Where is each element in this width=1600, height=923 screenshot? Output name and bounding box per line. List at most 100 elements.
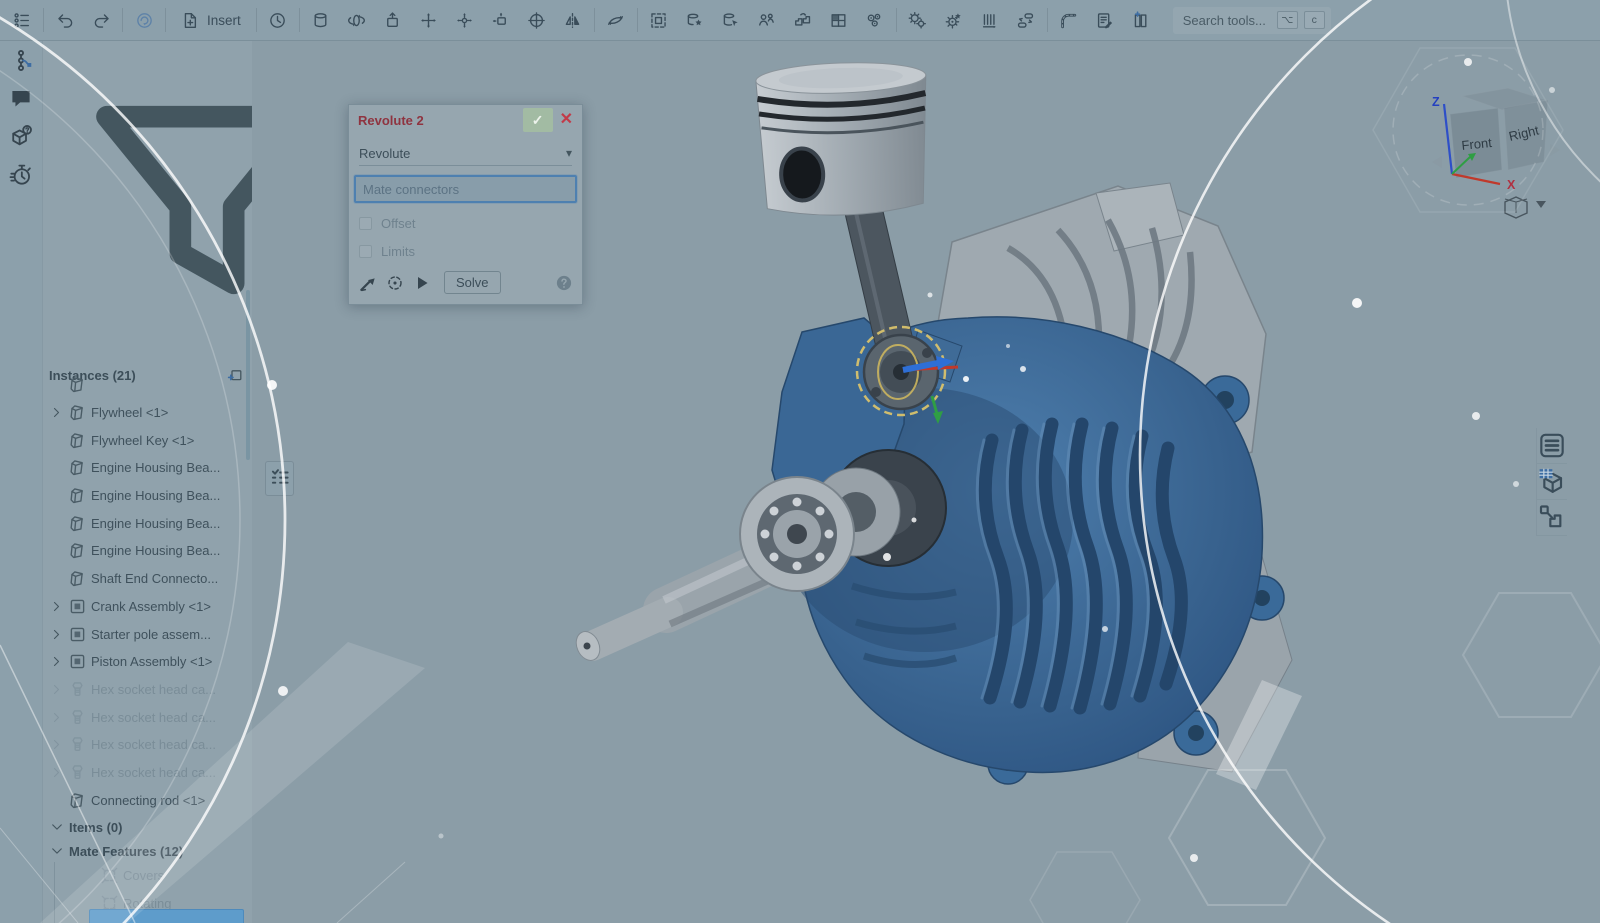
offset-option[interactable]: Offset [359, 216, 582, 231]
select-box-icon[interactable] [641, 5, 677, 35]
features-list-button[interactable] [1537, 428, 1567, 464]
edit-part-icon[interactable] [677, 5, 713, 35]
close-button[interactable]: ✕ [560, 112, 573, 128]
tree-item[interactable]: Hex socket head ca... [43, 731, 252, 759]
layout-icon[interactable] [821, 5, 857, 35]
chevron-right-icon[interactable] [49, 765, 64, 780]
gears-icon[interactable] [900, 5, 936, 35]
search-placeholder: Search tools... [1183, 13, 1271, 28]
toolbar-icon-group: Insert [0, 0, 1159, 40]
limits-option[interactable]: Limits [359, 244, 582, 259]
search-tools-input[interactable]: Search tools... ⌥ c [1173, 7, 1331, 34]
accept-button[interactable]: ✓ [523, 108, 553, 132]
axis-z-label: Z [1432, 95, 1440, 109]
chevron-right-icon[interactable] [49, 405, 64, 420]
axis-x-label: X [1507, 178, 1516, 192]
rotate-free-icon[interactable] [447, 5, 483, 35]
bom-cube-button[interactable] [1537, 464, 1567, 500]
panel-scrollbar[interactable] [246, 290, 250, 460]
limits-checkbox[interactable] [359, 245, 372, 258]
chevron-right-icon[interactable] [49, 627, 64, 642]
revolve-icon[interactable] [339, 5, 375, 35]
tree-item[interactable]: Connecting rod <1> [43, 786, 252, 814]
replicate-icon[interactable] [1008, 5, 1044, 35]
tree-item[interactable]: Engine Housing Bea... [43, 482, 252, 510]
chevron-right-icon[interactable] [49, 710, 64, 725]
gear-cluster-icon[interactable] [857, 5, 893, 35]
toolbar-separator [43, 8, 44, 32]
funnel-icon[interactable] [57, 50, 252, 355]
clock-icon[interactable] [260, 5, 296, 35]
bom-icon[interactable] [1123, 5, 1159, 35]
transform-icon[interactable] [483, 5, 519, 35]
query-db-icon[interactable] [713, 5, 749, 35]
undo-icon[interactable] [47, 5, 83, 35]
stopwatch-button[interactable] [8, 162, 34, 187]
redo-icon[interactable] [83, 5, 119, 35]
insert-icon [181, 11, 200, 30]
mirror-icon[interactable] [555, 5, 591, 35]
tree-item[interactable]: Engine Housing Bea... [43, 509, 252, 537]
chevron-right-icon[interactable] [49, 737, 64, 752]
tree-item[interactable]: Hex socket head ca... [43, 703, 252, 731]
assembly-icon [68, 652, 87, 671]
tree-item[interactable]: Shaft End Connecto... [43, 565, 252, 593]
tree-item[interactable]: Starter pole assem... [43, 620, 252, 648]
people-icon[interactable] [749, 5, 785, 35]
tree-item[interactable] [43, 371, 252, 399]
offset-label: Offset [381, 216, 415, 231]
orbit-icon[interactable] [519, 5, 555, 35]
gear-star-icon[interactable] [936, 5, 972, 35]
insert-button[interactable]: Insert [169, 5, 253, 35]
tree-item[interactable]: Hex socket head ca... [43, 759, 252, 787]
toolbar-separator [1047, 8, 1048, 32]
toolbar-separator [122, 8, 123, 32]
mate-features-header[interactable]: Mate Features (12) [43, 838, 252, 862]
shortcut-alt-key: ⌥ [1277, 11, 1298, 29]
part-config-button[interactable] [1537, 500, 1567, 536]
view-cube[interactable]: Front Right Z X [1432, 88, 1560, 192]
feature-list-icon[interactable] [4, 5, 40, 35]
mate-connectors-field[interactable]: Mate connectors [354, 175, 577, 203]
feature-list-toggle-button[interactable] [265, 461, 294, 496]
view-options-button[interactable] [1505, 197, 1546, 218]
mate-type-dropdown[interactable]: Revolute ▾ [359, 141, 572, 166]
tree-item[interactable]: Crank Assembly <1> [43, 593, 252, 621]
tree-item[interactable]: Flywheel Key <1> [43, 426, 252, 454]
sketch-edit-icon[interactable] [1087, 5, 1123, 35]
move-icon[interactable] [411, 5, 447, 35]
implicit-mate-connector-icon[interactable] [385, 273, 405, 293]
mate-connector-icon[interactable] [358, 273, 378, 293]
instances-tree: Flywheel <1> Flywheel Key <1> Engine Hou… [43, 371, 252, 814]
tree-item[interactable]: Engine Housing Bea... [43, 537, 252, 565]
tree-item[interactable]: Hex socket head ca... [43, 676, 252, 704]
tree-item[interactable]: Covers [55, 862, 252, 890]
tree-item[interactable]: Flywheel <1> [43, 399, 252, 427]
x-icon: ✕ [560, 111, 573, 128]
tree-item[interactable]: Piston Assembly <1> [43, 648, 252, 676]
help-cube-button[interactable] [8, 124, 34, 149]
version-history-button[interactable] [8, 48, 34, 73]
preview-play-icon[interactable] [412, 273, 432, 293]
chevron-down-icon [49, 843, 65, 859]
tree-item[interactable]: Engine Housing Bea... [43, 454, 252, 482]
mate-dialog: Revolute 2 ✓ ✕ Revolute ▾ Mate connector… [348, 104, 583, 305]
viewcube-front-label: Front [1461, 135, 1493, 153]
part-icon [68, 486, 87, 505]
sync-icon[interactable] [126, 5, 162, 35]
chevron-right-icon[interactable] [49, 682, 64, 697]
comment-button[interactable] [8, 86, 34, 111]
cylinder-icon[interactable] [303, 5, 339, 35]
help-icon[interactable] [554, 273, 574, 293]
spring-icon[interactable] [972, 5, 1008, 35]
snap-icon[interactable] [598, 5, 634, 35]
chevron-right-icon[interactable] [49, 599, 64, 614]
items-header[interactable]: Items (0) [43, 814, 252, 838]
chevron-right-icon[interactable] [49, 654, 64, 669]
solve-button[interactable]: Solve [444, 271, 501, 294]
insert-part-icon[interactable] [375, 5, 411, 35]
transfer-icon[interactable] [785, 5, 821, 35]
tree-item-selected[interactable] [89, 909, 244, 923]
tube-icon[interactable] [1051, 5, 1087, 35]
offset-checkbox[interactable] [359, 217, 372, 230]
